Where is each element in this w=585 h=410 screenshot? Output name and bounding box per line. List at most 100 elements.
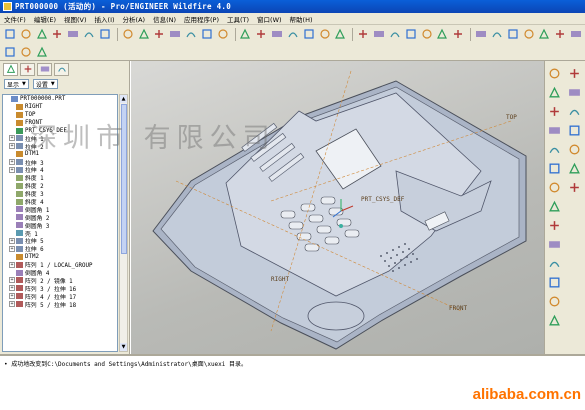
csys-icon[interactable] [569, 27, 583, 41]
copy-icon[interactable] [168, 27, 182, 41]
trim-icon[interactable] [568, 162, 582, 176]
model-tree-tab[interactable] [3, 62, 18, 76]
tree-item[interactable]: + 拉伸 3 [3, 158, 117, 167]
saved-views-icon[interactable] [435, 27, 449, 41]
tree-item[interactable]: 斜度 4 [3, 198, 117, 206]
spin-icon[interactable] [404, 27, 418, 41]
tree-scrollbar[interactable]: ▲ ▼ [119, 94, 128, 352]
tree-item[interactable]: 斜度 1 [3, 174, 117, 182]
no-hidden-icon[interactable] [490, 27, 504, 41]
menu-insert[interactable]: 插入(I) [91, 14, 119, 24]
expand-icon[interactable]: + [9, 245, 15, 252]
tree-item[interactable]: + 拉伸 4 [3, 166, 117, 174]
cut-icon[interactable] [152, 27, 166, 41]
save-icon[interactable] [35, 27, 49, 41]
menu-analysis[interactable]: 分析(A) [119, 14, 150, 24]
email-icon[interactable] [66, 27, 80, 41]
redo-icon[interactable] [137, 27, 151, 41]
regenerate-icon[interactable] [216, 27, 230, 41]
tree-item[interactable]: + 拉伸 5 [3, 237, 117, 245]
tree-item[interactable]: 斜度 2 [3, 182, 117, 190]
pattern-icon[interactable] [568, 181, 582, 195]
expand-icon[interactable]: + [9, 301, 15, 308]
expand-icon[interactable]: + [9, 166, 15, 173]
sketch-icon[interactable] [3, 45, 17, 59]
analysis-icon[interactable] [548, 162, 562, 176]
new-icon[interactable] [3, 27, 17, 41]
tree-item[interactable]: 倒圆角 3 [3, 221, 117, 230]
spin-center-icon[interactable] [302, 27, 316, 41]
tree-item[interactable]: TOP [3, 111, 117, 119]
hole-icon[interactable] [548, 276, 562, 290]
tree-item[interactable]: PRT_CSYS_DEF [3, 127, 117, 135]
tree-item[interactable]: PRT000000.PRT [3, 95, 117, 103]
shell-icon[interactable] [548, 295, 562, 309]
datum-axis-icon[interactable] [548, 86, 562, 100]
find-icon[interactable] [254, 27, 268, 41]
shading-icon[interactable] [506, 27, 520, 41]
menu-tools[interactable]: 工具(T) [223, 14, 253, 24]
paste-special-icon[interactable] [200, 27, 214, 41]
tree-item[interactable]: 倒圆角 2 [3, 213, 117, 222]
undo-icon[interactable] [121, 27, 135, 41]
hidden-line-icon[interactable] [474, 27, 488, 41]
expand-icon[interactable]: + [9, 135, 15, 142]
menu-file[interactable]: 文件(F) [0, 14, 30, 24]
zoom-in-icon[interactable] [356, 27, 370, 41]
copy-doc-icon[interactable] [82, 27, 96, 41]
tree-item[interactable]: + 阵列 5 / 拉伸 18 [3, 300, 117, 309]
folder-tab[interactable] [20, 62, 35, 76]
datum-point-icon[interactable] [548, 124, 562, 138]
scroll-thumb[interactable] [121, 104, 127, 254]
chamfer-icon[interactable] [568, 105, 582, 119]
open-icon[interactable] [19, 27, 33, 41]
reference-icon[interactable] [239, 27, 253, 41]
menu-edit[interactable]: 编辑(E) [30, 14, 60, 24]
datum-plane-icon[interactable] [522, 27, 536, 41]
draft-icon[interactable] [568, 67, 582, 81]
expand-icon[interactable]: + [9, 159, 15, 166]
tree-item[interactable]: 倒圆角 1 [3, 205, 117, 214]
orient-icon[interactable] [318, 27, 332, 41]
context-help-icon[interactable] [35, 45, 49, 59]
tree-item[interactable]: + 拉伸 1 [3, 134, 117, 143]
tree-item[interactable]: + 拉伸 6 [3, 245, 117, 253]
expand-icon[interactable]: + [9, 277, 15, 284]
datum-curve-icon[interactable] [548, 105, 562, 119]
show-dropdown[interactable]: 显示 ▼ [4, 79, 29, 89]
settings-dropdown[interactable]: 设置 ▼ [32, 79, 58, 89]
wireframe-icon[interactable] [451, 27, 465, 41]
favorites-tab[interactable] [37, 62, 52, 76]
csys-icon[interactable] [548, 143, 562, 157]
sketch-tool-icon[interactable] [548, 181, 562, 195]
view-manager-icon[interactable] [420, 27, 434, 41]
select-filter-icon[interactable] [286, 27, 300, 41]
refit-icon[interactable] [334, 27, 348, 41]
datum-axis-icon[interactable] [537, 27, 551, 41]
tree-item[interactable]: RIGHT [3, 103, 117, 111]
zoom-out-icon[interactable] [372, 27, 386, 41]
mirror-icon[interactable] [568, 124, 582, 138]
tree-item[interactable]: DTM1 [3, 150, 117, 158]
scroll-up-icon[interactable]: ▲ [120, 95, 127, 103]
print-icon[interactable] [50, 27, 64, 41]
extrude-icon[interactable] [548, 200, 562, 214]
menu-view[interactable]: 视图(V) [60, 14, 91, 24]
expand-icon[interactable]: + [9, 293, 15, 300]
repaint-icon[interactable] [388, 27, 402, 41]
expand-icon[interactable]: + [9, 261, 15, 268]
blend-icon[interactable] [548, 257, 562, 271]
expand-icon[interactable]: + [9, 143, 15, 150]
scroll-down-icon[interactable]: ▼ [120, 343, 127, 351]
expand-icon[interactable]: + [9, 237, 15, 244]
menu-applications[interactable]: 应用程序(P) [180, 14, 223, 24]
connections-tab[interactable] [54, 62, 69, 76]
menu-info[interactable]: 信息(N) [149, 14, 180, 24]
select-box-icon[interactable] [270, 27, 284, 41]
variable-sweep-icon[interactable] [548, 238, 562, 252]
menu-help[interactable]: 帮助(H) [286, 14, 317, 24]
menu-window[interactable]: 窗口(W) [253, 14, 286, 24]
revolve-icon[interactable] [548, 219, 562, 233]
tree-item[interactable]: FRONT [3, 119, 117, 127]
round-icon[interactable] [568, 86, 582, 100]
